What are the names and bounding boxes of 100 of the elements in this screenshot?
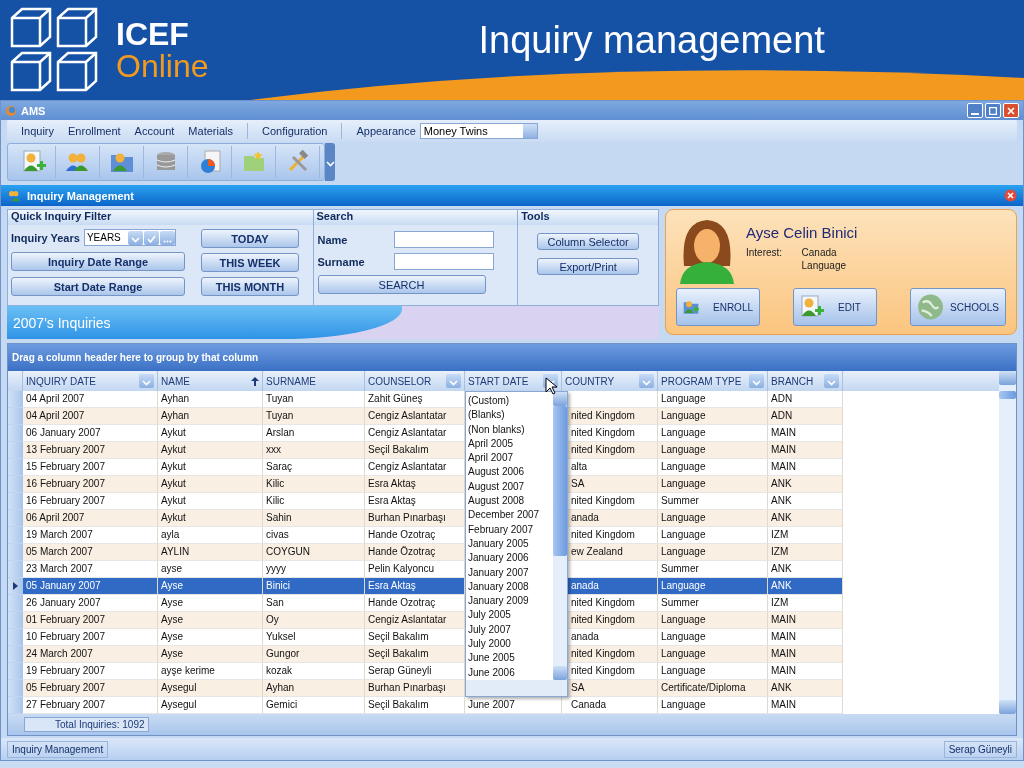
filter-option[interactable]: (Custom) <box>468 394 553 409</box>
table-cell: Gungor <box>263 646 365 663</box>
profile-button[interactable]: EDIT <box>793 288 877 326</box>
filter-button[interactable] <box>139 374 154 388</box>
menu-item[interactable]: Materials <box>188 125 233 137</box>
field-label: Name <box>317 233 349 246</box>
filter-option[interactable]: (Blanks) <box>468 408 553 423</box>
table-cell: 19 February 2007 <box>23 663 158 680</box>
tool-button[interactable]: Column Selector <box>537 233 640 250</box>
period-button[interactable]: THIS MONTH <box>201 277 299 296</box>
row-indicator[interactable] <box>8 578 23 595</box>
table-cell: 24 March 2007 <box>23 646 158 663</box>
range-button[interactable]: Start Date Range <box>11 277 185 296</box>
table-cell: 05 January 2007 <box>23 578 158 595</box>
table-cell: Language <box>658 697 768 714</box>
filter-option[interactable]: August 2007 <box>468 479 553 495</box>
table-cell: Language <box>658 527 768 544</box>
table-cell: Language <box>658 476 768 493</box>
table-cell: 10 February 2007 <box>23 629 158 646</box>
filter-button[interactable] <box>749 374 764 388</box>
tool-button[interactable]: Export/Print <box>537 258 640 275</box>
total-count: Total Inquiries: 1092 <box>24 717 149 732</box>
dropdown-button[interactable] <box>127 230 143 245</box>
table-cell: Summer <box>658 561 768 578</box>
table-cell: civas <box>263 527 365 544</box>
more-button[interactable] <box>159 230 175 245</box>
filter-option[interactable]: June 2005 <box>468 651 553 666</box>
filter-button[interactable] <box>824 374 839 388</box>
filter-option[interactable]: (Non blanks) <box>468 422 553 437</box>
globe-icon <box>917 292 945 322</box>
table-cell: Certificate/Diploma <box>658 680 768 697</box>
table-cell: Hande Özotraç <box>365 544 465 561</box>
menu-item[interactable]: Inquiry <box>21 125 55 137</box>
table-cell: Ayhan <box>263 680 365 697</box>
table-cell: Language <box>658 663 768 680</box>
chevron-down-icon <box>752 380 761 386</box>
table-cell: Ayse <box>158 629 263 646</box>
search-button[interactable]: SEARCH <box>317 275 486 294</box>
profile-button[interactable]: SCHOOLS <box>910 288 1006 326</box>
filter-option[interactable]: December 2007 <box>468 508 553 523</box>
period-button[interactable]: THIS WEEK <box>201 253 299 272</box>
minimize-button[interactable] <box>967 103 983 118</box>
filter-option[interactable]: July 2005 <box>468 608 553 623</box>
close-button[interactable] <box>1003 103 1019 118</box>
range-button[interactable]: Inquiry Date Range <box>11 252 185 271</box>
status-text: Serap Güneyli <box>943 740 1017 758</box>
table-cell: IZM <box>768 527 843 544</box>
table-cell: Sahin <box>263 510 365 527</box>
table-cell: MAIN <box>768 612 843 629</box>
minimize-icon <box>971 112 979 115</box>
filter-option[interactable]: July 2000 <box>468 637 553 652</box>
text-field[interactable] <box>393 231 494 248</box>
toolbar-overflow-button[interactable] <box>325 143 335 181</box>
window-title: AMS <box>21 104 46 117</box>
menu-item[interactable]: Account <box>134 125 175 137</box>
table-cell: 06 January 2007 <box>23 425 158 442</box>
filter-option[interactable]: January 2009 <box>468 594 553 609</box>
table-cell: 13 February 2007 <box>23 442 158 459</box>
filter-option[interactable]: January 2007 <box>468 565 553 580</box>
period-button[interactable]: TODAY <box>201 229 299 248</box>
filter-option[interactable]: June 2006 <box>468 665 553 680</box>
profile-button[interactable]: ENROLL <box>676 288 760 326</box>
table-cell: Language <box>658 459 768 476</box>
filter-option[interactable]: January 2008 <box>468 579 553 595</box>
menu-item[interactable]: Configuration <box>262 125 328 137</box>
filter-button[interactable] <box>639 374 654 388</box>
table-cell: 27 February 2007 <box>23 697 158 714</box>
filter-button[interactable] <box>446 374 461 388</box>
filter-option[interactable]: February 2007 <box>468 522 553 537</box>
filter-option[interactable]: January 2005 <box>468 536 553 552</box>
ellipsis-icon <box>162 239 172 243</box>
filter-option[interactable]: January 2006 <box>468 551 553 566</box>
table-cell: 01 February 2007 <box>23 612 158 629</box>
filter-option[interactable]: April 2005 <box>468 436 553 452</box>
filter-option[interactable]: April 2007 <box>468 451 553 466</box>
table-cell: Aykut <box>158 476 263 493</box>
years-dropdown[interactable]: YEARS <box>83 229 176 246</box>
menu-item[interactable]: Enrollment <box>68 125 121 137</box>
filter-option[interactable]: August 2008 <box>468 494 553 509</box>
filter-option[interactable]: August 2006 <box>468 465 553 480</box>
table-cell: June 2007 <box>465 697 562 714</box>
chevron-down-icon <box>642 380 651 386</box>
table-cell: ayşe kerime <box>158 663 263 680</box>
table-cell: 04 April 2007 <box>23 391 158 408</box>
filter-option[interactable]: July 2007 <box>468 622 553 638</box>
section-title: 2007's Inquiries <box>12 314 111 331</box>
table-cell: Ayse <box>158 578 263 595</box>
text-field[interactable] <box>393 253 494 270</box>
apply-button[interactable] <box>143 230 159 245</box>
table-cell: Language <box>658 408 768 425</box>
group-hint: Drag a column header here to group by that column <box>12 352 259 363</box>
user-add-icon <box>800 295 824 319</box>
table-cell: Seçil Bakalım <box>365 442 465 459</box>
maximize-button[interactable] <box>985 103 1001 118</box>
table-cell: Aykut <box>158 510 263 527</box>
appearance-dropdown[interactable]: Money Twins <box>419 123 538 139</box>
chevron-down-icon <box>130 236 140 243</box>
table-cell: Kilic <box>263 493 365 510</box>
table-cell: Burhan Pınarbaşı <box>365 680 465 697</box>
table-cell: AYLIN <box>158 544 263 561</box>
